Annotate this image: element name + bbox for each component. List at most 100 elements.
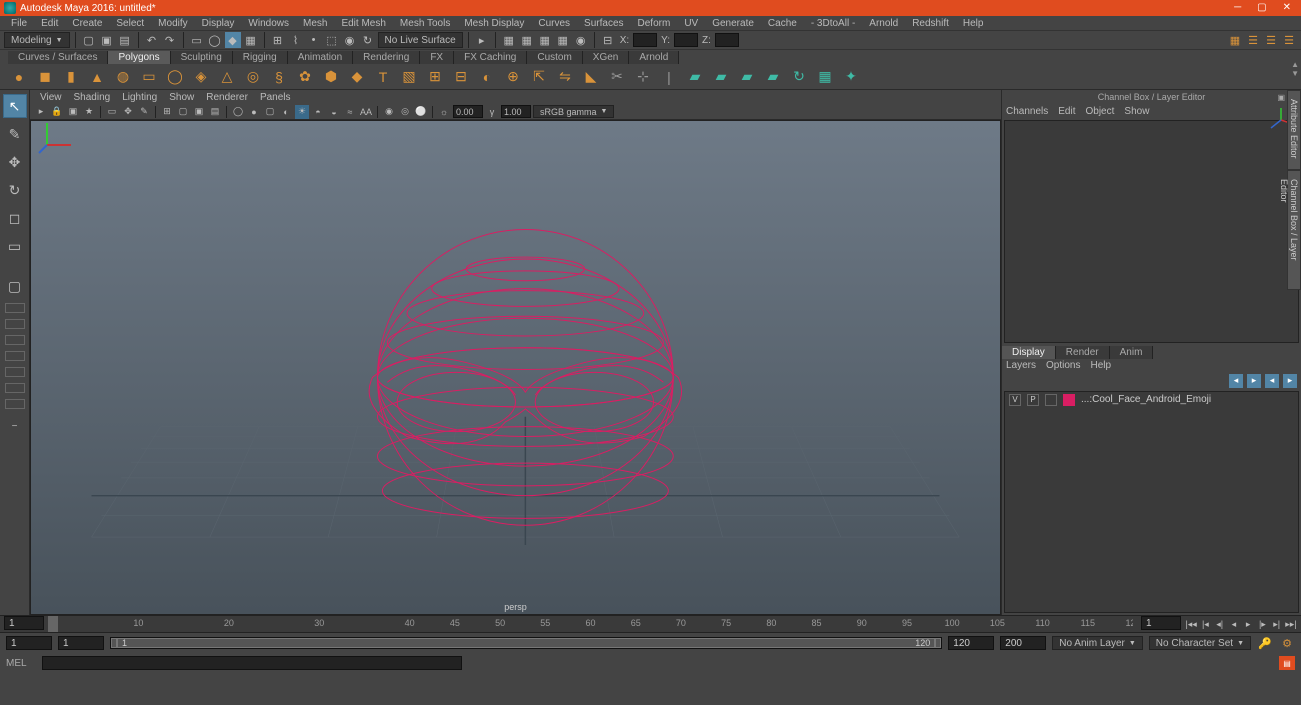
poly-gear-icon[interactable]: ✿ (294, 66, 316, 88)
poly-cone-icon[interactable]: ▲ (86, 66, 108, 88)
extrude-icon[interactable]: ⇱ (528, 66, 550, 88)
menu-cache[interactable]: Cache (761, 18, 804, 29)
poly-cylinder-icon[interactable]: ▮ (60, 66, 82, 88)
poly-plane-icon[interactable]: ▭ (138, 66, 160, 88)
vtab-attribute-editor[interactable]: Attribute Editor (1287, 90, 1301, 170)
layout-persp-outliner[interactable] (5, 367, 25, 377)
viewport[interactable]: persp (30, 120, 1001, 615)
sculpt-b-icon[interactable]: ▰ (710, 66, 732, 88)
poly-type-icon[interactable]: T (372, 66, 394, 88)
autokey-icon[interactable]: 🔑 (1257, 636, 1273, 650)
shelf-scroll[interactable]: ▲▼ (1291, 60, 1299, 78)
poly-sphere-icon[interactable]: ● (8, 66, 30, 88)
menu-display[interactable]: Display (195, 18, 242, 29)
layer-display-type[interactable] (1045, 394, 1057, 406)
undo-icon[interactable]: ↶ (144, 32, 160, 48)
menu-deform[interactable]: Deform (631, 18, 678, 29)
shelftab-rendering[interactable]: Rendering (353, 51, 420, 64)
v-xray-joints-icon[interactable]: ⚪ (414, 105, 428, 119)
layer-move-up-icon[interactable]: ◂ (1229, 374, 1243, 388)
v-motion-blur-icon[interactable]: ≈ (343, 105, 357, 119)
v-gamma-icon[interactable]: γ (485, 105, 499, 119)
redo-icon[interactable]: ↷ (162, 32, 178, 48)
menu-help[interactable]: Help (956, 18, 991, 29)
script-editor-icon[interactable]: ▤ (1279, 656, 1295, 670)
v-film-gate-icon[interactable]: ▢ (176, 105, 190, 119)
range-start-outer[interactable]: 1 (6, 636, 52, 650)
menu-redshift[interactable]: Redshift (905, 18, 956, 29)
paint-select-icon[interactable]: ◆ (225, 32, 241, 48)
layers-menu[interactable]: Layers (1006, 360, 1036, 371)
snap-curve-icon[interactable]: ⌇ (288, 32, 304, 48)
v-aa-icon[interactable]: AA (359, 105, 373, 119)
menu-3dtoall[interactable]: - 3DtoAll - (804, 18, 862, 29)
xyz-toggle-icon[interactable]: ⊟ (600, 32, 616, 48)
boolean-icon[interactable]: ⊕ (502, 66, 524, 88)
shelftab-custom[interactable]: Custom (527, 51, 582, 64)
render-icon[interactable]: ▦ (501, 32, 517, 48)
v-shadows-icon[interactable]: ◓ (311, 105, 325, 119)
sculpt-a-icon[interactable]: ▰ (684, 66, 706, 88)
new-layer-icon[interactable]: ◂ (1265, 374, 1279, 388)
layertab-anim[interactable]: Anim (1110, 346, 1154, 359)
v-2d-pan-icon[interactable]: ✥ (121, 105, 135, 119)
viewmenu-panels[interactable]: Panels (254, 92, 297, 103)
v-shaded-icon[interactable]: ● (247, 105, 261, 119)
hik-icon[interactable]: ☰ (1245, 32, 1261, 48)
range-slider[interactable]: 1 120 (110, 637, 942, 649)
layer-playback-toggle[interactable]: P (1027, 394, 1039, 406)
poly-disc-icon[interactable]: ◯ (164, 66, 186, 88)
move-tool[interactable]: ✥ (3, 150, 27, 174)
render-last-icon[interactable]: ▦ (555, 32, 571, 48)
render-globals-icon[interactable]: ◉ (573, 32, 589, 48)
snap-point-icon[interactable]: • (306, 32, 322, 48)
prefs-icon[interactable]: ⚙ (1279, 636, 1295, 650)
layer-visible-toggle[interactable]: V (1009, 394, 1021, 406)
step-back-key-icon[interactable]: |◂ (1199, 617, 1211, 631)
snap-live-icon[interactable]: ◉ (342, 32, 358, 48)
live-surface-dropdown[interactable]: No Live Surface (378, 32, 463, 48)
colorspace-dropdown[interactable]: sRGB gamma ▼ (533, 105, 614, 118)
shelftab-fx[interactable]: FX (420, 51, 454, 64)
command-input[interactable] (42, 656, 462, 670)
poly-soccer-icon[interactable]: ⬢ (320, 66, 342, 88)
render-region-icon[interactable]: ▦ (519, 32, 535, 48)
layer-row[interactable]: V P ...:Cool_Face_Android_Emoji (1005, 392, 1298, 408)
gamma-field[interactable]: 1.00 (501, 105, 531, 118)
layer-name[interactable]: ...:Cool_Face_Android_Emoji (1081, 394, 1211, 405)
sculpt-g-icon[interactable]: ✦ (840, 66, 862, 88)
v-grid-icon[interactable]: ⊞ (160, 105, 174, 119)
anim-layer-dropdown[interactable]: No Anim Layer ▼ (1052, 636, 1143, 650)
ipr-icon[interactable]: ▦ (537, 32, 553, 48)
v-lock-icon[interactable]: 🔒 (50, 105, 64, 119)
snap-plane-icon[interactable]: ⬚ (324, 32, 340, 48)
shelftab-sculpting[interactable]: Sculpting (171, 51, 233, 64)
exposure-field[interactable]: 0.00 (453, 105, 483, 118)
play-back-icon[interactable]: ◂ (1228, 617, 1240, 631)
maximize-button[interactable]: ▢ (1257, 3, 1266, 13)
v-gate-mask-icon[interactable]: ▤ (208, 105, 222, 119)
snap-grid-icon[interactable]: ⊞ (270, 32, 286, 48)
z-field[interactable] (715, 33, 739, 47)
new-scene-icon[interactable]: ▢ (81, 32, 97, 48)
layout-single[interactable]: ▢ (3, 274, 27, 298)
current-frame-field[interactable]: 1 (1141, 616, 1181, 630)
poly-platonic-icon[interactable]: ◈ (190, 66, 212, 88)
poly-svg-icon[interactable]: ▧ (398, 66, 420, 88)
multicut-icon[interactable]: ✂ (606, 66, 628, 88)
vtab-channel-box[interactable]: Channel Box / Layer Editor (1287, 170, 1301, 290)
range-start-inner[interactable]: 1 (58, 636, 104, 650)
poly-cube-icon[interactable]: ◼ (34, 66, 56, 88)
rp-show[interactable]: Show (1124, 106, 1149, 117)
shelftab-arnold[interactable]: Arnold (629, 51, 679, 64)
play-fwd-icon[interactable]: ▸ (1242, 617, 1254, 631)
sculpt-d-icon[interactable]: ▰ (762, 66, 784, 88)
shelftab-curves[interactable]: Curves / Surfaces (8, 51, 108, 64)
playhead[interactable] (48, 616, 58, 632)
time-slider[interactable]: 1 10203040455055606570758085909510010511… (0, 615, 1301, 633)
v-ao-icon[interactable]: ◒ (327, 105, 341, 119)
pin-icon[interactable]: ▣ (1277, 93, 1285, 102)
menu-uv[interactable]: UV (677, 18, 705, 29)
v-camera-icon[interactable]: ▣ (66, 105, 80, 119)
viewmenu-shading[interactable]: Shading (68, 92, 117, 103)
